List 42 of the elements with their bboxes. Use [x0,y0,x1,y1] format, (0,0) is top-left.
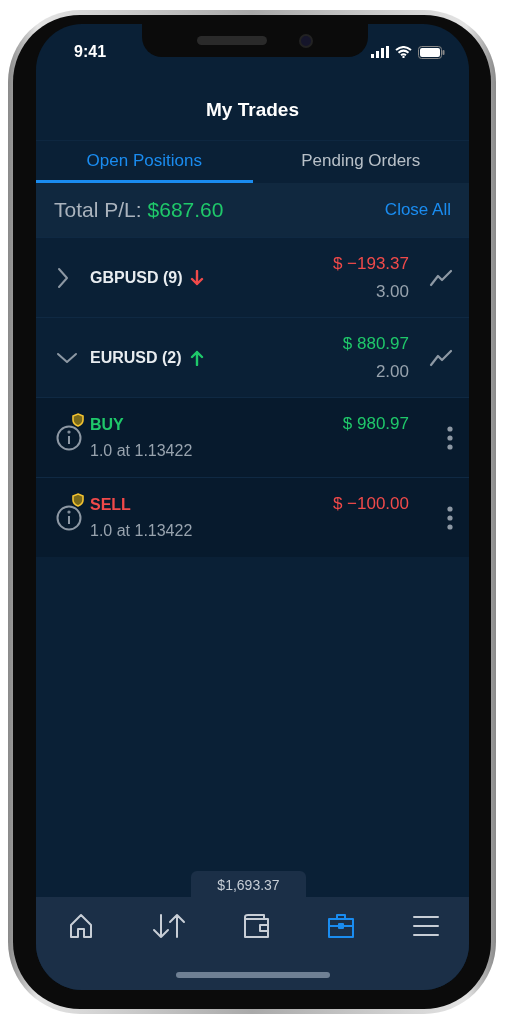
battery-icon [418,45,445,59]
trade-side: SELL [90,495,132,514]
trade-detail: 1.0 at 1.13422 [90,441,194,460]
down-arrow-icon [190,269,205,286]
position-row[interactable]: GBPUSD (9) $ −193.37 3.00 [36,237,469,317]
trade-row[interactable]: SELL 1.0 at 1.13422 $ −100.00 [36,477,469,557]
volume: 3.00 [375,281,409,302]
symbol-label: GBPUSD (9) [90,268,183,287]
info-icon[interactable] [56,424,82,451]
more-icon[interactable] [447,425,453,450]
trend-line-icon [429,347,453,368]
briefcase-icon [326,911,357,941]
more-icon[interactable] [447,505,453,530]
profit-loss: $ −100.00 [332,494,409,514]
chevron-down-icon [56,350,78,365]
nav-button[interactable] [241,911,272,941]
total-value: $687.60 [147,198,224,222]
signal-icon [371,46,389,58]
wifi-icon [395,46,412,58]
shield-icon [72,492,84,507]
nav-button[interactable] [150,911,187,941]
trend-line-icon [429,267,453,288]
arrows-icon [150,911,187,941]
screen-title: My Trades [36,80,469,141]
close-all-link[interactable]: Close All [384,200,451,220]
wallet-icon [241,911,272,941]
total-label: Total P/L: [54,198,142,222]
status-time: 9:41 [74,43,107,61]
volume: 2.00 [375,361,409,382]
trade-side: BUY [90,415,125,434]
tab[interactable]: Pending Orders [252,141,469,183]
profit-loss: $ −193.37 [332,253,409,274]
profit-loss: $ 980.97 [342,414,409,434]
up-arrow-icon [189,349,204,366]
info-icon[interactable] [56,504,82,531]
symbol-label: EURUSD (2) [90,348,182,367]
nav-button[interactable] [326,911,357,941]
chevron-right-icon [56,266,70,289]
trade-row[interactable]: BUY 1.0 at 1.13422 $ 980.97 [36,397,469,477]
trade-detail: 1.0 at 1.13422 [90,521,194,540]
shield-icon [72,412,84,427]
profit-loss: $ 880.97 [342,333,409,354]
